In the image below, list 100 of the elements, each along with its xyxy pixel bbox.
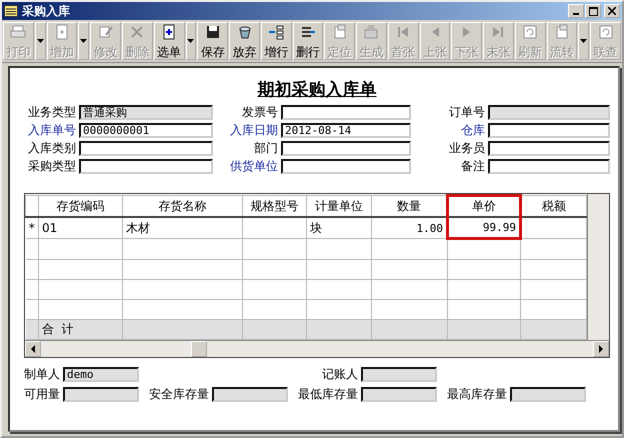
scroll-left-button[interactable] [25,341,41,357]
total-label: 合 计 [38,320,122,340]
input-field[interactable] [488,158,610,174]
close-icon [608,7,616,15]
input-field[interactable] [281,140,411,156]
field-label: 采购类型 [27,158,76,174]
table-cell [242,217,306,238]
field-label: 发票号 [241,104,278,120]
column-header[interactable]: 存货名称 [122,196,242,217]
maximize-button[interactable] [585,4,601,18]
table-cell: 木材 [122,217,242,238]
input-field[interactable] [488,104,610,120]
field-label: 入库类别 [27,140,76,156]
form-title: 期初采购入库单 [258,79,376,101]
table-cell [306,320,372,340]
document-icon [332,24,348,40]
table-cell [242,238,306,260]
input-field[interactable]: 2012-08-14 [281,122,411,138]
input-field[interactable] [63,387,139,402]
input-field[interactable]: 0000000001 [79,122,213,138]
input-field[interactable] [281,104,411,120]
input-field[interactable] [488,140,610,156]
field-label: 可用量 [24,386,60,403]
field-label: 安全库存量 [149,386,209,403]
field-label: 入库单号 [27,122,76,138]
field-label: 制单人 [24,366,60,383]
column-header[interactable]: 规格型号 [242,196,306,217]
toolbar-button[interactable]: 增行 [260,22,292,60]
insert-row-icon [268,24,284,40]
input-field[interactable] [361,367,437,382]
row-header [26,280,38,300]
field-label: 仓库 [461,122,485,138]
table-cell: 99.99 [448,217,520,238]
toolbar-button[interactable]: 选单 [154,22,185,60]
toolbar-button[interactable]: 放弃 [229,22,260,60]
caret-icon [187,39,194,43]
column-header[interactable]: 存货编码 [38,196,122,217]
caret-icon [80,39,88,43]
row-header [26,238,38,260]
table-cell [306,280,372,300]
table-cell [242,320,306,340]
field-label: 记账人 [322,366,358,383]
toolbar-button[interactable]: 保存 [197,22,228,60]
table-cell: 01 [38,217,122,238]
header-corner [26,196,38,217]
maximize-icon [588,6,598,16]
scroll-thumb[interactable] [191,341,207,357]
printer-icon [10,24,26,40]
refresh-icon [522,24,538,40]
caret-icon [580,39,588,43]
pencil-icon [98,24,114,40]
toolbar-button[interactable]: 删行 [292,22,324,60]
field-label: 供货单位 [229,158,278,174]
row-header [26,320,38,340]
right-arrow-icon [598,345,604,353]
caret-icon [36,39,44,43]
delete-row-icon [300,24,316,40]
field-label: 最高库存量 [447,386,507,403]
field-label: 订单号 [449,104,485,120]
input-field[interactable] [79,140,213,156]
table-cell [306,260,372,280]
folder-icon [4,5,18,17]
input-field[interactable] [510,387,586,402]
input-field[interactable]: demo [63,367,139,382]
table-cell [306,238,372,260]
input-field[interactable] [281,158,411,174]
input-field[interactable] [488,122,610,138]
document-icon [554,24,570,40]
input-field[interactable] [79,158,213,174]
window-title: 采购入库 [22,2,71,20]
row-marker: * [26,217,38,238]
minimize-button[interactable] [568,4,584,18]
dropdown-button[interactable] [186,22,196,60]
row-header [26,260,38,280]
field-label: 最低库存量 [298,386,358,403]
table-cell [242,280,306,300]
refresh-icon [598,24,614,40]
close-button[interactable] [604,4,620,18]
scroll-right-button[interactable] [593,341,609,357]
left-arrow-icon [30,345,36,353]
table-cell [242,260,306,280]
input-field[interactable] [212,387,288,402]
horizontal-scrollbar[interactable] [25,340,609,357]
column-header[interactable]: 计量单位 [306,196,372,217]
table-cell: 块 [306,217,372,238]
document-icon [161,24,178,40]
field-label: 部门 [253,140,278,156]
field-label: 备注 [461,158,485,174]
field-label: 入库日期 [229,122,278,138]
field-label: 业务员 [449,140,485,156]
stack-icon [363,24,380,40]
input-field[interactable] [361,387,437,402]
column-header[interactable]: 单价 [448,196,520,217]
vertical-scrollbar[interactable] [587,194,609,340]
column-header[interactable]: 数量 [372,196,448,217]
cross-icon [129,24,146,40]
bucket-icon [236,24,253,40]
document-icon [54,24,70,40]
table-cell [520,320,586,340]
field-label: 业务类型 [27,104,76,120]
